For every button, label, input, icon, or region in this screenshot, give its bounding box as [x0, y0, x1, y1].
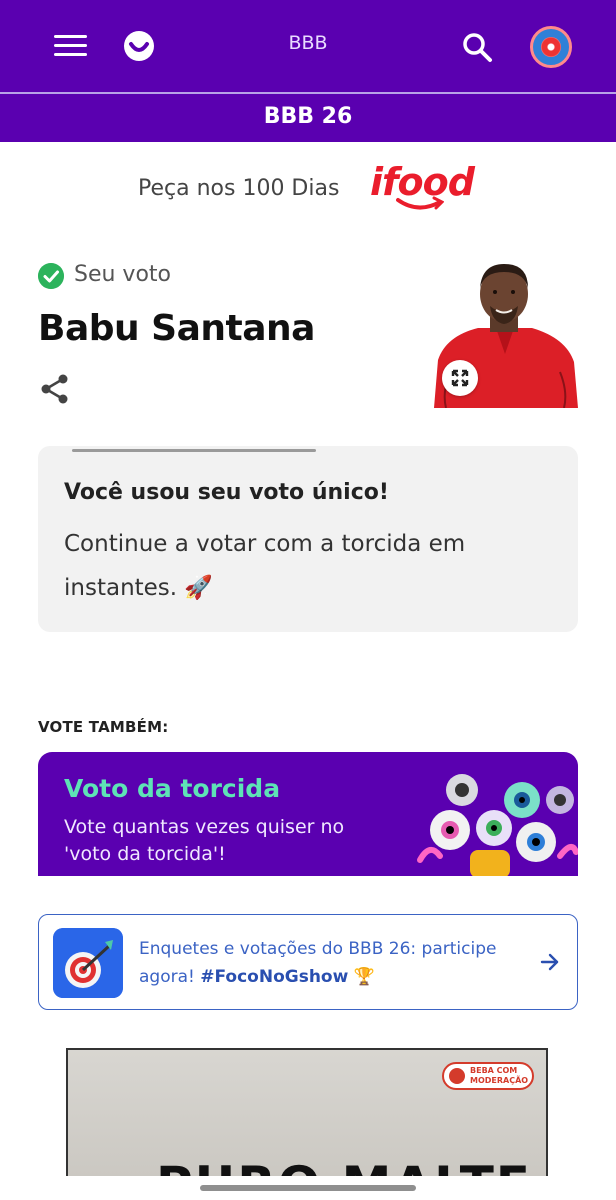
home-indicator[interactable]	[200, 1185, 416, 1191]
voto-da-torcida-card[interactable]: Voto da torcida Vote quantas vezes quise…	[38, 752, 578, 876]
globo-account-avatar[interactable]	[530, 26, 572, 68]
check-circle-icon	[38, 263, 64, 289]
vote-continue-message: Continue a votar com a torcida em instan…	[64, 531, 466, 601]
trophy-emoji: 🏆	[353, 967, 375, 987]
expand-icon	[451, 369, 469, 387]
cooldown-progress-bar	[72, 449, 316, 452]
badge-line-2: MODERAÇÃO	[470, 1076, 529, 1085]
vote-used-message: Você usou seu voto único!	[64, 480, 389, 505]
badge-dot-icon	[449, 1068, 465, 1084]
ad-headline: PURO MALTE	[156, 1156, 532, 1178]
vote-confirmation-card: Você usou seu voto único! Continue a vot…	[38, 446, 578, 632]
section-title-bar[interactable]: BBB 26	[0, 94, 616, 142]
header-title: BBB	[288, 32, 328, 54]
candidate-name: Babu Santana	[38, 308, 315, 349]
share-icon[interactable]	[38, 372, 72, 406]
drink-responsibly-badge: BEBA COM MODERAÇÃO	[442, 1062, 534, 1090]
enquetes-link-card[interactable]: Enquetes e votações do BBB 26: participe…	[38, 914, 578, 1010]
voto-da-torcida-description: Vote quantas vezes quiser no 'voto da to…	[64, 816, 345, 865]
bbb-eye-mascots-illustration	[417, 774, 578, 876]
vote-also-heading: VOTE TAMBÉM:	[38, 718, 169, 736]
promo-text: Peça nos 100 Dias	[138, 176, 340, 201]
arrow-right-icon	[540, 953, 559, 971]
search-icon[interactable]	[458, 28, 496, 66]
voto-da-torcida-title: Voto da torcida	[64, 774, 281, 803]
ifood-swoosh-icon	[396, 196, 444, 210]
vote-status-label: Seu voto	[74, 262, 172, 287]
top-app-bar: BBB	[0, 0, 616, 92]
ifood-promo-banner[interactable]: Peça nos 100 Dias	[0, 150, 616, 230]
target-dart-icon	[53, 928, 123, 998]
foconogshow-hashtag: #FocoNoGshow	[200, 967, 349, 987]
enquetes-link-text: Enquetes e votações do BBB 26: participe…	[139, 935, 519, 991]
badge-line-1: BEBA COM	[470, 1066, 518, 1075]
beer-advertisement[interactable]: BEBA COM MODERAÇÃO PURO MALTE	[66, 1048, 548, 1178]
expand-photo-button[interactable]	[442, 360, 478, 396]
